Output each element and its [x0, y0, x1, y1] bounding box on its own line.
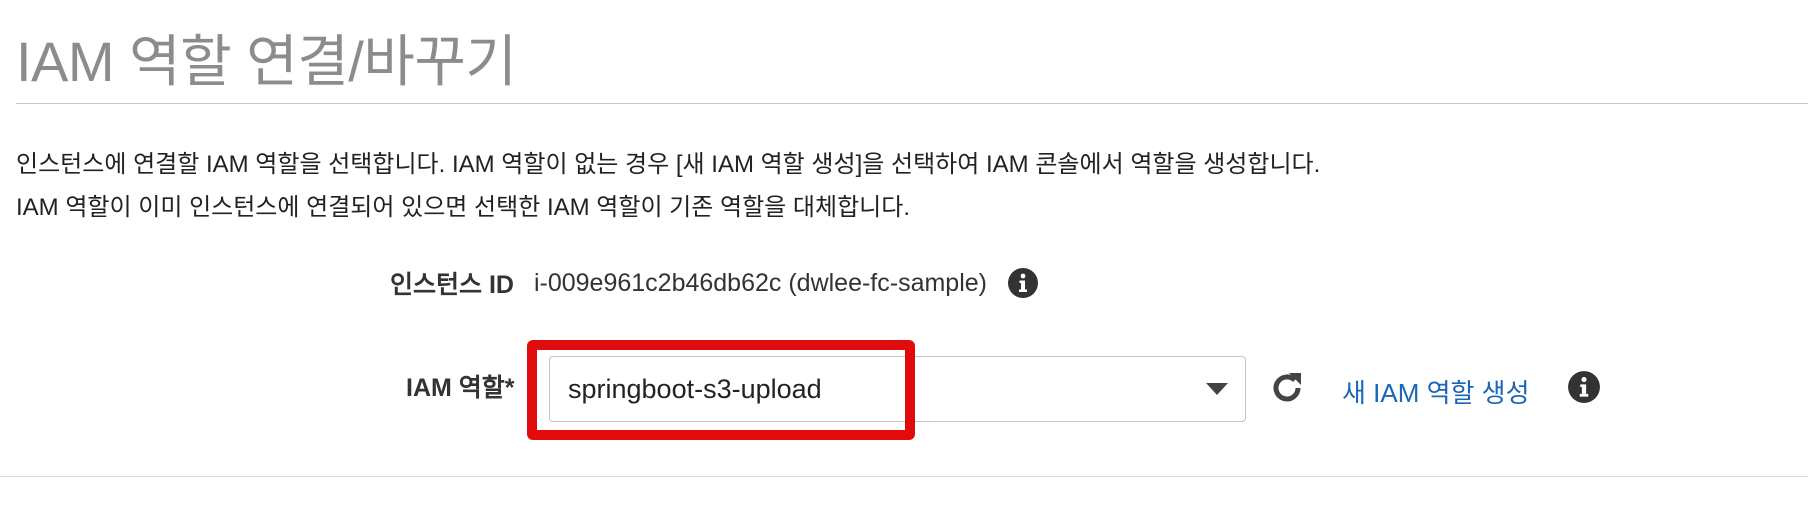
caret-down-icon: [1206, 383, 1228, 395]
refresh-icon[interactable]: [1268, 369, 1306, 407]
instance-id-label: 인스턴스 ID: [390, 271, 514, 299]
section-divider: [0, 476, 1808, 477]
description-line-2: IAM 역할이 이미 인스턴스에 연결되어 있으면 선택한 IAM 역할이 기존…: [16, 194, 910, 221]
info-circle-icon[interactable]: [1007, 267, 1039, 299]
page-title: IAM 역할 연결/바꾸기: [16, 30, 517, 93]
iam-role-selected-value: springboot-s3-upload: [568, 374, 822, 404]
description-line-1: 인스턴스에 연결할 IAM 역할을 선택합니다. IAM 역할이 없는 경우 […: [16, 151, 1321, 178]
info-circle-icon[interactable]: [1567, 370, 1601, 404]
iam-role-select[interactable]: springboot-s3-upload: [549, 356, 1246, 422]
instance-id-value: i-009e961c2b46db62c (dwlee-fc-sample): [533, 268, 987, 297]
create-iam-role-link[interactable]: 새 IAM 역할 생성: [1342, 373, 1530, 410]
title-divider: [16, 103, 1808, 104]
attach-iam-role-page: IAM 역할 연결/바꾸기 인스턴스에 연결할 IAM 역할을 선택합니다. I…: [0, 0, 1808, 526]
instance-id-row: 인스턴스 ID i-009e961c2b46db62c (dwlee-fc-sa…: [390, 263, 1039, 303]
iam-role-label: IAM 역할*: [406, 374, 515, 402]
